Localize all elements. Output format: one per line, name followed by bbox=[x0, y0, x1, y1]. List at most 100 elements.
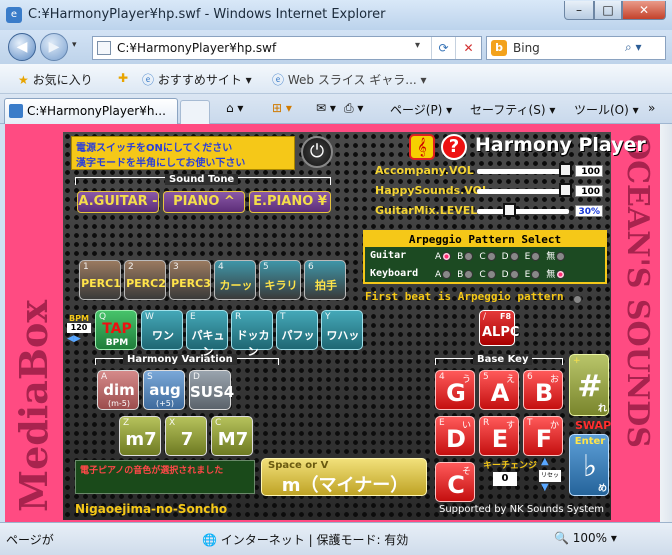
tone-epiano-button[interactable]: E.PIANO ¥ bbox=[249, 191, 331, 213]
accompany-vol-knob[interactable] bbox=[559, 163, 572, 177]
alpc-button[interactable]: / F8 ALPC bbox=[479, 310, 519, 346]
base-key-button[interactable]: 5えA bbox=[479, 370, 519, 410]
tab-active[interactable]: C:¥HarmonyPlayer¥h... bbox=[4, 98, 178, 124]
arpeggio-option[interactable]: 無 bbox=[546, 252, 566, 262]
chevron-down-icon[interactable]: ▾ bbox=[415, 40, 420, 51]
radio-icon[interactable] bbox=[442, 270, 452, 279]
perc-button[interactable]: 1 PERC1 bbox=[79, 260, 121, 300]
power-button[interactable]: ⏻ bbox=[301, 136, 333, 168]
arpeggio-option[interactable]: A bbox=[435, 270, 452, 280]
base-key-button[interactable]: 6おB bbox=[523, 370, 563, 410]
favorites-button[interactable]: ★ お気に入り bbox=[18, 71, 93, 88]
address-input[interactable]: C:¥HarmonyPlayer¥hp.swf bbox=[117, 41, 276, 55]
home-button[interactable]: ⌂ ▾ bbox=[226, 101, 243, 115]
perc-button[interactable]: 2 PERC2 bbox=[124, 260, 166, 300]
minor-button[interactable]: Space or V m（マイナー） bbox=[261, 458, 427, 496]
tone-guitar-button[interactable]: A.GUITAR - bbox=[77, 191, 159, 213]
forward-button[interactable]: ▶ bbox=[40, 33, 68, 61]
base-key-button[interactable]: そC bbox=[435, 462, 475, 502]
help-button[interactable]: ? bbox=[441, 134, 467, 160]
radio-icon[interactable] bbox=[464, 270, 474, 279]
arpeggio-option[interactable]: E bbox=[525, 270, 541, 280]
flat-button[interactable]: Enter ♭ め bbox=[569, 434, 609, 496]
perc-button[interactable]: 6 拍手 bbox=[304, 260, 346, 300]
print-button[interactable]: ⎙ ▾ bbox=[344, 101, 363, 116]
search-box[interactable]: b Bing ⌕ ▾ bbox=[486, 36, 666, 60]
bpm-arrows-icon[interactable]: ◀▶ bbox=[67, 334, 81, 344]
page-menu[interactable]: ページ(P) ▾ bbox=[390, 101, 452, 118]
arpeggio-option[interactable]: C bbox=[479, 270, 496, 280]
web-slice-gallery-link[interactable]: ⓔ Web スライス ギャラ... ▾ bbox=[272, 71, 427, 88]
stop-button[interactable]: ✕ bbox=[455, 37, 481, 59]
new-tab-button[interactable] bbox=[180, 100, 210, 124]
radio-icon[interactable] bbox=[509, 270, 519, 279]
address-bar[interactable]: C:¥HarmonyPlayer¥hp.swf ▾ ⟳ ✕ bbox=[92, 36, 482, 60]
harmony-button[interactable]: X7 bbox=[165, 416, 207, 456]
key-reset-button[interactable]: リセット bbox=[539, 470, 561, 491]
voice-button[interactable]: R ドッカン bbox=[231, 310, 273, 358]
harmony-button[interactable]: Saug (+5) bbox=[143, 370, 185, 410]
close-button[interactable]: ✕ bbox=[622, 1, 666, 20]
tone-piano-button[interactable]: PIANO ^ bbox=[163, 191, 245, 213]
happysounds-vol-slider[interactable] bbox=[477, 189, 569, 194]
more-commands-icon[interactable]: » bbox=[648, 101, 655, 115]
radio-icon[interactable] bbox=[442, 252, 452, 261]
history-dropdown-icon[interactable]: ▾ bbox=[72, 40, 77, 50]
harmony-button[interactable]: C M7 bbox=[211, 416, 253, 456]
base-key-button[interactable]: EいD bbox=[435, 416, 475, 456]
voice-button[interactable]: W ワン bbox=[141, 310, 183, 350]
radio-icon[interactable] bbox=[556, 252, 566, 261]
harmony-button[interactable]: D SUS4 bbox=[189, 370, 234, 410]
arpeggio-option[interactable]: D bbox=[502, 252, 519, 262]
base-key-button[interactable]: 4うG bbox=[435, 370, 475, 410]
safety-menu[interactable]: セーフティ(S) ▾ bbox=[470, 101, 555, 118]
perc-button[interactable]: 3 PERC3 bbox=[169, 260, 211, 300]
add-favorite-icon[interactable]: ✚ bbox=[118, 71, 128, 85]
voice-button[interactable]: E パキュン bbox=[186, 310, 228, 358]
voice-button[interactable]: T パフッ bbox=[276, 310, 318, 350]
harmony-button[interactable]: Zm7 bbox=[119, 416, 161, 456]
arpeggio-option[interactable]: E bbox=[525, 252, 541, 262]
perc-button[interactable]: 4 カーッ bbox=[214, 260, 256, 300]
radio-icon[interactable] bbox=[486, 270, 496, 279]
arpeggio-option[interactable]: B bbox=[457, 270, 474, 280]
radio-icon[interactable] bbox=[556, 270, 566, 279]
arpeggio-option[interactable]: A bbox=[435, 252, 452, 262]
radio-icon[interactable] bbox=[531, 252, 541, 261]
refresh-button[interactable]: ⟳ bbox=[431, 37, 455, 59]
voice-button[interactable]: Y ワハッ bbox=[321, 310, 363, 350]
arpeggio-option[interactable]: C bbox=[479, 252, 496, 262]
search-icon[interactable]: ⌕ ▾ bbox=[625, 40, 642, 55]
accompany-vol-slider[interactable] bbox=[477, 169, 569, 174]
harmony-button[interactable]: Adim (m-5) bbox=[97, 370, 139, 410]
search-input[interactable]: Bing bbox=[513, 41, 540, 55]
happysounds-vol-knob[interactable] bbox=[559, 183, 572, 197]
guitarmix-level-slider[interactable] bbox=[477, 209, 569, 214]
arpeggio-option[interactable]: 無 bbox=[546, 270, 566, 280]
radio-icon[interactable] bbox=[509, 252, 519, 261]
back-button[interactable]: ◀ bbox=[8, 33, 36, 61]
suggested-sites-link[interactable]: ⓔ おすすめサイト ▾ bbox=[142, 71, 252, 88]
radio-icon[interactable] bbox=[531, 270, 541, 279]
arpeggio-option-label: B bbox=[457, 270, 464, 280]
arpeggio-option[interactable]: B bbox=[457, 252, 474, 262]
minimize-button[interactable]: – bbox=[564, 1, 594, 20]
key-down-arrow-icon[interactable]: ▼ bbox=[541, 482, 549, 493]
vertical-scrollbar[interactable] bbox=[660, 124, 672, 522]
base-key-button[interactable]: TかF bbox=[523, 416, 563, 456]
maximize-button[interactable]: □ bbox=[594, 1, 622, 20]
first-beat-toggle[interactable] bbox=[573, 292, 582, 306]
tap-button[interactable]: Q TAP BPM bbox=[95, 310, 137, 350]
rss-feed-button[interactable]: ⊞ ▾ bbox=[272, 101, 292, 115]
sharp-button[interactable]: + # れ bbox=[569, 354, 609, 416]
mail-button[interactable]: ✉ ▾ bbox=[316, 101, 336, 115]
perc-button[interactable]: 5 キラリ bbox=[259, 260, 301, 300]
base-key-button[interactable]: RすE bbox=[479, 416, 519, 456]
radio-icon[interactable] bbox=[464, 252, 474, 261]
key-up-arrow-icon[interactable]: ▲ bbox=[541, 456, 549, 467]
tools-menu[interactable]: ツール(O) ▾ bbox=[574, 101, 639, 118]
guitarmix-level-knob[interactable] bbox=[503, 203, 516, 217]
zoom-control[interactable]: 🔍 100% ▾ bbox=[554, 531, 617, 545]
radio-icon[interactable] bbox=[486, 252, 496, 261]
arpeggio-option[interactable]: D bbox=[502, 270, 519, 280]
